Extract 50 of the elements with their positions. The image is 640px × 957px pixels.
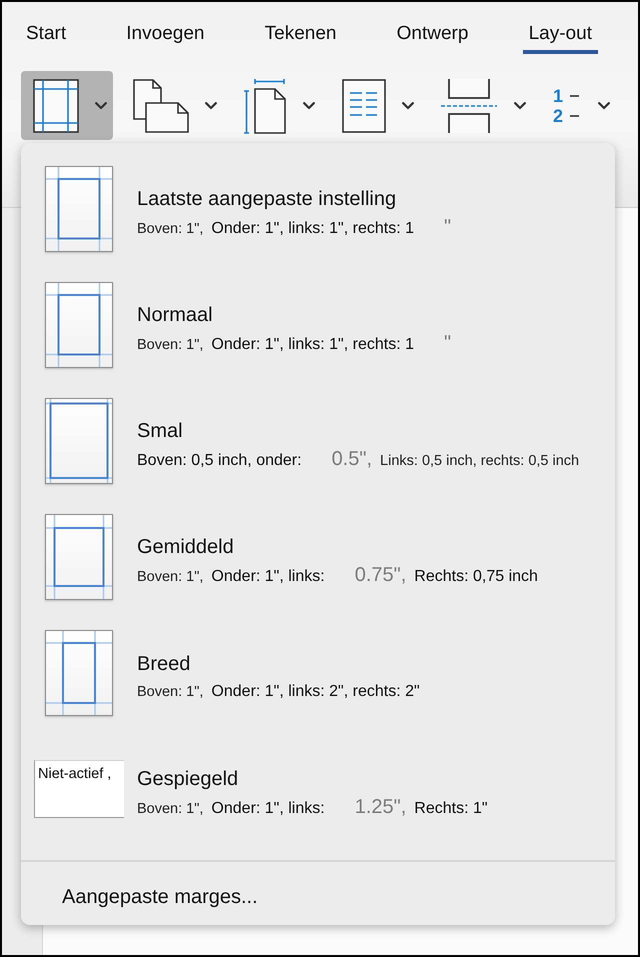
chevron-down-icon [303,102,316,110]
text-columns-icon [342,78,386,132]
page-margins-icon [33,78,79,132]
preset-title[interactable]: Gemiddeld [137,535,234,559]
page-margins-icon[interactable] [45,398,113,484]
ribbon-tab[interactable]: Invoegen [120,2,210,54]
page-margins-icon[interactable] [45,166,113,252]
preset-title[interactable]: Gespiegeld [137,767,238,791]
page-margins-icon[interactable] [45,630,113,716]
margin-values: Boven: 1", [137,568,204,587]
line-numbers-button[interactable]: 1 2 [540,71,616,140]
margins-button[interactable] [21,71,113,140]
margin-values: Onder: 1", links: 1", rechts: 1 [211,335,414,355]
margin-values: 1.25", [354,797,406,817]
margin-values: Onder: 1", links: 2", rechts: 2" [211,682,420,702]
preset-title[interactable]: Smal [137,419,183,443]
two-pages-icon [133,78,190,132]
margin-values: Boven: 1", [137,336,204,355]
custom-margins-item[interactable]: Aangepaste marges... [21,862,299,909]
ribbon-tab[interactable]: Ontwerp [390,2,474,54]
margin-values: 0.5", [332,449,372,469]
margin-values: Onder: 1", links: [211,799,325,819]
margin-values: Rechts: 0,75 inch [414,567,538,587]
chevron-down-icon [205,102,218,110]
margin-values: Boven: 1", [137,220,204,239]
margin-values: Boven: 1", [137,683,204,702]
margin-values: Links: 0,5 inch, rechts: 0,5 inch [380,452,580,471]
preset-title[interactable]: Breed [137,652,190,676]
chevron-down-icon [402,102,414,110]
preset-title[interactable]: Laatste aangepaste instelling [137,187,396,211]
page-margins-icon[interactable] [45,282,113,368]
broken-image-preview[interactable]: Niet-actief , [34,760,124,818]
margin-values: Boven: 1", [137,800,204,819]
margin-values: " [444,333,452,353]
margin-values: 0.75", [354,565,406,585]
ribbon-tab[interactable]: Tekenen [258,2,342,54]
chevron-down-icon [95,102,107,110]
margin-values: Onder: 1", links: 1", rechts: 1 [211,219,414,239]
margin-values: " [444,217,452,237]
page-dimensions-icon [243,78,288,134]
ribbon-tab[interactable]: Lay-out [522,2,598,54]
margin-values: Boven: 0,5 inch, onder: [137,451,302,471]
preset-title[interactable]: Normaal [137,303,213,327]
chevron-down-icon [598,102,610,110]
margin-values: Rechts: 1" [414,799,488,819]
page-margins-icon[interactable] [45,514,113,600]
ribbon-tab[interactable]: Start [20,2,72,54]
margin-values: Onder: 1", links: [211,567,325,587]
chevron-down-icon [514,102,526,110]
page-break-icon [440,78,498,132]
